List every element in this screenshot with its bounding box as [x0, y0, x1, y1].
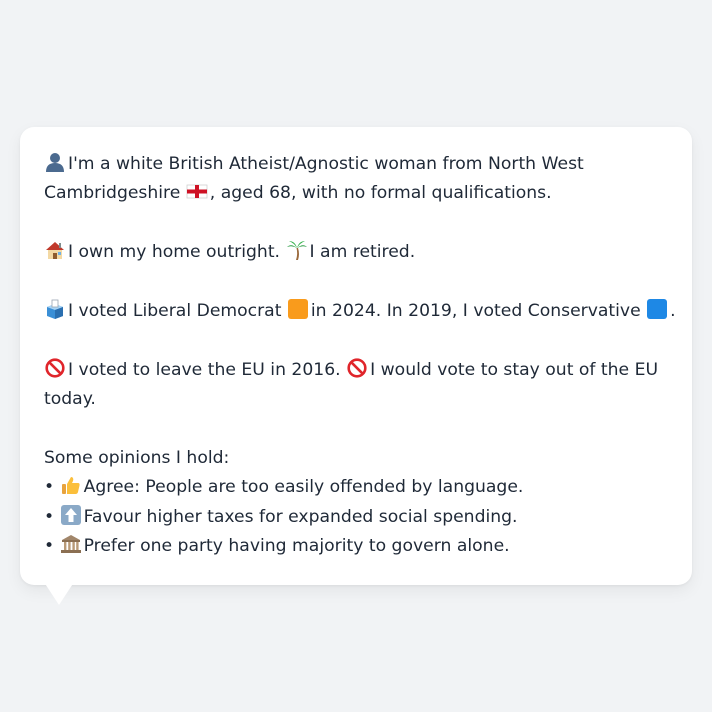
ballot-box-icon	[44, 299, 66, 319]
vote-text-2024: I voted Liberal Democrat	[68, 301, 282, 321]
bullet: •	[44, 506, 55, 527]
house-icon	[44, 240, 66, 260]
bullet: •	[44, 477, 55, 498]
prohibited-icon	[44, 358, 66, 378]
opinion-text: Agree: People are too easily offended by…	[83, 477, 524, 498]
eu-paragraph: I voted to leave the EU in 2016. I would…	[44, 356, 668, 415]
opinion-text: Favour higher taxes for expanded social …	[83, 506, 518, 527]
bust-silhouette-icon	[44, 152, 66, 172]
opinion-item: • Favour higher taxes for expanded socia…	[44, 503, 668, 532]
vote-text-end: .	[670, 301, 676, 321]
persona-card: I'm a white British Atheist/Agnostic wom…	[20, 127, 692, 585]
vote-text-2019: in 2024. In 2019, I voted Conservative	[310, 301, 641, 321]
identity-text-tail: , aged 68, with no formal qualifications…	[209, 183, 552, 204]
opinions-heading: Some opinions I hold:	[44, 448, 230, 468]
up-arrow-icon	[60, 504, 82, 525]
palm-tree-icon	[286, 240, 308, 261]
opinion-item: • Agree: People are too easily offended …	[44, 473, 668, 502]
retired-text: I am retired.	[309, 242, 416, 263]
speech-bubble-tail	[40, 576, 78, 605]
thumbs-up-icon	[60, 475, 82, 495]
bullet: •	[44, 536, 55, 557]
prohibited-icon	[346, 358, 368, 378]
identity-paragraph: I'm a white British Atheist/Agnostic wom…	[44, 150, 668, 209]
blue-square-icon	[646, 299, 668, 319]
opinion-item: • Prefer one party having majority to go…	[44, 532, 668, 561]
orange-square-icon	[287, 299, 309, 319]
opinion-text: Prefer one party having majority to gove…	[83, 536, 510, 557]
england-flag-icon	[186, 181, 208, 201]
home-paragraph: I own my home outright. I am retired.	[44, 238, 668, 267]
classical-building-icon	[60, 534, 82, 554]
vote-paragraph: I voted Liberal Democrat in 2024. In 201…	[44, 297, 676, 326]
home-text: I own my home outright.	[68, 242, 281, 263]
eu-2016-text: I voted to leave the EU in 2016.	[68, 359, 341, 380]
